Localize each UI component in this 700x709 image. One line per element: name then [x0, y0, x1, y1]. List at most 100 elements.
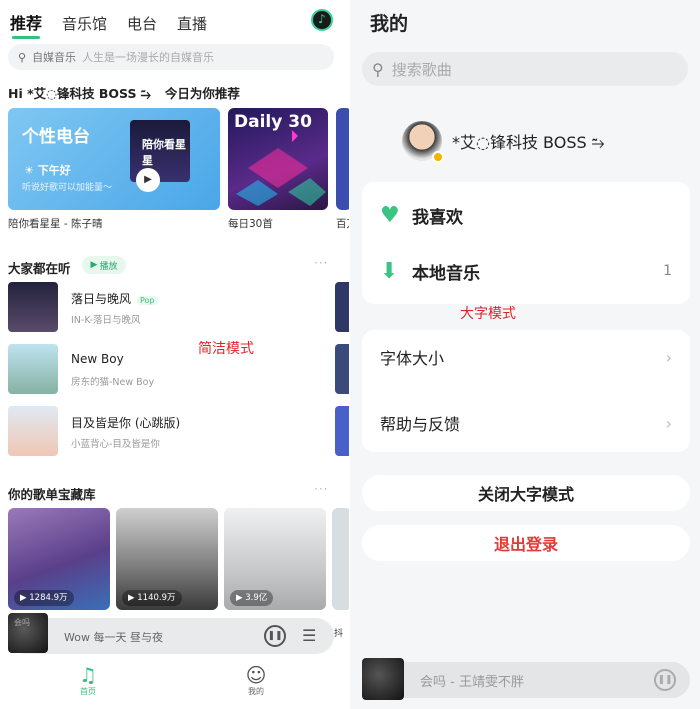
song-title: 落日与晚风 Pop	[71, 290, 158, 307]
section-title-listening: 大家都在听	[8, 261, 71, 276]
playlist-card[interactable]: ▶ 1140.9万	[116, 508, 218, 610]
card-sub1: 下午好	[37, 164, 71, 177]
local-music-count: 1	[663, 263, 672, 279]
simple-mode-panel: 推荐 音乐馆 电台 直播 ⚲ 自媒音乐 人生是一场漫长的自媒音乐 Hi *艾◌锋…	[0, 0, 350, 709]
search-icon: ⚲	[18, 50, 27, 64]
nav-mine-label: 我的	[248, 687, 264, 696]
more-icon[interactable]: ···	[314, 256, 328, 270]
tab-recommend[interactable]: 推荐	[10, 10, 42, 39]
play-count-text: 1140.9万	[137, 593, 176, 603]
card-caption: 陪你看星星 - 陈子晴	[8, 218, 103, 230]
username: *艾◌锋科技 BOSS ⥲	[452, 133, 605, 152]
partial-cover	[336, 108, 350, 210]
daily-30-card[interactable]: Daily 30 每日30首	[228, 108, 328, 231]
song-row[interactable]: 落日与晚风 Pop IN-K-落日与晚风	[8, 282, 348, 334]
user-icon: ☺	[245, 663, 267, 687]
play-icon: ▶	[90, 260, 98, 270]
chevron-right-icon: ›	[665, 413, 672, 433]
song-title-text: 落日与晚风	[71, 292, 132, 306]
play-all-button[interactable]: ▶ 播放	[82, 256, 126, 274]
play-icon[interactable]: ▶	[136, 168, 160, 192]
card-caption: 每日30首	[228, 218, 273, 230]
playlist-card[interactable]: ▶ 1284.9万	[8, 508, 110, 610]
chevron-right-icon: ›	[665, 347, 672, 367]
music-note-icon[interactable]	[311, 9, 333, 31]
play-all-label: 播放	[99, 261, 118, 272]
song-cover	[8, 344, 58, 394]
local-music-label: 本地音乐	[412, 263, 480, 284]
page-title: 我的	[370, 13, 409, 35]
close-big-font-button[interactable]: 关闭大字模式	[362, 475, 690, 511]
card-sub2: 听说好歌可以加能量～	[22, 183, 113, 193]
album-title: 陪你看星星	[142, 138, 186, 167]
tab-radio[interactable]: 电台	[127, 13, 157, 34]
playlist-icon[interactable]: ☰	[302, 626, 316, 645]
greeting: Hi *艾◌锋科技 BOSS ⥲ 今日为你推荐	[8, 83, 240, 102]
top-tabs: 推荐 音乐馆 电台 直播	[10, 10, 207, 39]
side-thumbnail	[335, 406, 350, 456]
search-input[interactable]: ⚲ 搜索歌曲	[362, 52, 688, 86]
favorites-label: 我喜欢	[412, 207, 463, 228]
library-card: ♥ 我喜欢 ⬇ 本地音乐 1	[362, 182, 690, 304]
mini-player[interactable]: 会吗 - 王靖雯不胖 ❚❚	[362, 658, 690, 700]
card-caption: 百万	[336, 218, 350, 230]
search-input[interactable]: ⚲ 自媒音乐 人生是一场漫长的自媒音乐	[8, 44, 334, 70]
daily-30-graphic	[236, 130, 326, 206]
playlist-row: ▶ 1284.9万 ▶ 1140.9万 ▶ 3.9亿	[8, 508, 350, 610]
greeting-text: 今日为你推荐	[164, 86, 240, 101]
favorites-row[interactable]: ♥ 我喜欢	[362, 188, 690, 242]
song-row[interactable]: 目及皆是你 (心跳版) 小蓝背心-目及皆是你	[8, 406, 348, 458]
side-thumbnail	[335, 344, 350, 394]
greeting-hi: Hi *艾◌锋科技 BOSS ⥲	[8, 86, 151, 101]
search-placeholder: 人生是一场漫长的自媒音乐	[82, 51, 215, 64]
song-cover	[8, 282, 58, 332]
song-artist: 房东的猫-New Boy	[71, 377, 155, 388]
tab-live[interactable]: 直播	[177, 13, 207, 34]
card-title: 个性电台	[22, 127, 90, 147]
vip-badge-icon	[432, 151, 444, 163]
mini-player[interactable]: 会吗 Wow 每一天 昼与夜 ❚❚ ☰	[8, 613, 334, 654]
heart-icon: ♥	[380, 202, 400, 228]
search-icon: ⚲	[372, 59, 384, 79]
help-label: 帮助与反馈	[380, 415, 461, 434]
pause-icon[interactable]: ❚❚	[654, 669, 676, 691]
partial-caption: 抖	[334, 629, 344, 639]
local-music-row[interactable]: ⬇ 本地音乐 1	[362, 244, 690, 298]
font-size-row[interactable]: 字体大小 ›	[362, 330, 690, 384]
nav-home[interactable]: ♫ 首页	[68, 664, 108, 697]
partial-card[interactable]: 百万	[336, 108, 350, 231]
nav-home-label: 首页	[80, 687, 96, 696]
now-playing-text: Wow 每一天 昼与夜	[64, 631, 163, 644]
play-count: ▶ 1284.9万	[14, 590, 74, 606]
genre-tag: Pop	[137, 296, 158, 305]
tab-music-hall[interactable]: 音乐馆	[62, 13, 107, 34]
daily-30-cover: Daily 30	[228, 108, 328, 210]
now-playing-text: 会吗 - 王靖雯不胖	[420, 675, 524, 690]
bottom-nav: ♫ 首页 ☺ 我的	[0, 660, 350, 709]
play-count-text: 3.9亿	[245, 593, 268, 603]
pause-icon[interactable]: ❚❚	[264, 625, 286, 647]
playlist-card[interactable]: ▶ 3.9亿	[224, 508, 326, 610]
font-size-label: 字体大小	[380, 349, 445, 368]
song-row[interactable]: New Boy 房东的猫-New Boy	[8, 344, 348, 396]
help-row[interactable]: 帮助与反馈 ›	[362, 396, 690, 450]
now-playing-cover	[362, 658, 404, 700]
user-profile[interactable]: *艾◌锋科技 BOSS ⥲	[402, 121, 605, 163]
play-count: ▶ 3.9亿	[230, 590, 274, 606]
personal-radio-cover: 个性电台 ☀ 下午好 听说好歌可以加能量～ 陪你看星星 ▶	[8, 108, 220, 210]
search-placeholder: 搜索歌曲	[391, 60, 452, 79]
now-playing-cover: 会吗	[8, 613, 48, 653]
settings-card: 字体大小 › 帮助与反馈 ›	[362, 330, 690, 452]
avatar[interactable]	[402, 121, 444, 163]
logout-button[interactable]: 退出登录	[362, 525, 690, 561]
screen: 推荐 音乐馆 电台 直播 ⚲ 自媒音乐 人生是一场漫长的自媒音乐 Hi *艾◌锋…	[0, 0, 700, 709]
recommend-cards: 个性电台 ☀ 下午好 听说好歌可以加能量～ 陪你看星星 ▶ 陪你看星星 - 陈子…	[8, 108, 350, 231]
more-icon[interactable]: ···	[314, 482, 328, 496]
personal-radio-card[interactable]: 个性电台 ☀ 下午好 听说好歌可以加能量～ 陪你看星星 ▶ 陪你看星星 - 陈子…	[8, 108, 220, 231]
mode-annotation: 大字模式	[460, 306, 516, 322]
song-artist: IN-K-落日与晚风	[71, 315, 141, 326]
nav-mine[interactable]: ☺ 我的	[236, 664, 276, 697]
playlist-card[interactable]	[332, 508, 350, 610]
search-hint: 自媒音乐	[32, 51, 77, 64]
side-thumbnail	[335, 282, 350, 332]
